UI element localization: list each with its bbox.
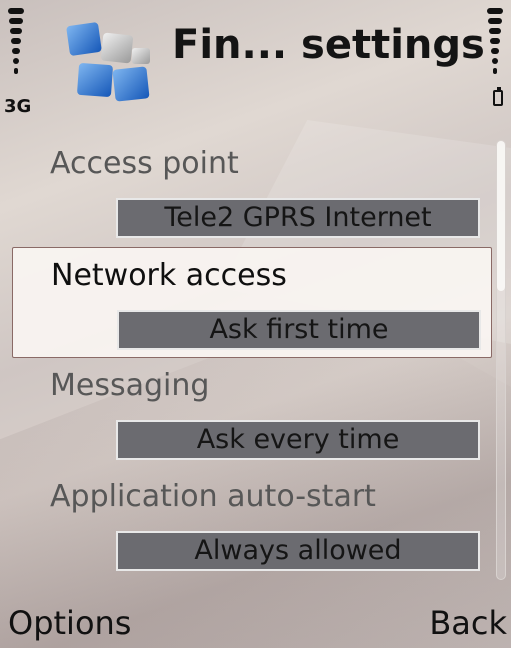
setting-value-field[interactable]: Tele2 GPRS Internet bbox=[116, 198, 480, 238]
scrollbar[interactable] bbox=[496, 140, 506, 580]
header: 3G Fin... settings bbox=[0, 0, 511, 122]
setting-access-point[interactable]: Access point Tele2 GPRS Internet bbox=[12, 136, 492, 247]
settings-tiles-icon bbox=[60, 18, 160, 113]
setting-application-auto-start[interactable]: Application auto-start Always allowed bbox=[12, 469, 492, 580]
settings-list: Access point Tele2 GPRS Internet Network… bbox=[12, 136, 492, 580]
setting-value-field[interactable]: Always allowed bbox=[116, 531, 480, 571]
options-softkey[interactable]: Options bbox=[8, 604, 131, 642]
setting-label: Messaging bbox=[50, 368, 210, 403]
setting-messaging[interactable]: Messaging Ask every time bbox=[12, 358, 492, 469]
signal-strength-icon bbox=[6, 8, 28, 92]
setting-label: Application auto-start bbox=[50, 479, 376, 514]
battery-icon bbox=[493, 87, 503, 106]
scrollbar-thumb[interactable] bbox=[497, 141, 505, 291]
battery-level-icon bbox=[483, 8, 505, 92]
setting-value-field[interactable]: Ask every time bbox=[116, 420, 480, 460]
setting-label: Network access bbox=[51, 258, 287, 293]
page-title: Fin... settings bbox=[172, 22, 485, 68]
setting-network-access[interactable]: Network access Ask first time bbox=[12, 247, 492, 358]
network-type-label: 3G bbox=[4, 96, 32, 117]
back-softkey[interactable]: Back bbox=[429, 604, 507, 642]
setting-label: Access point bbox=[50, 146, 239, 181]
setting-value-field[interactable]: Ask first time bbox=[117, 310, 481, 350]
